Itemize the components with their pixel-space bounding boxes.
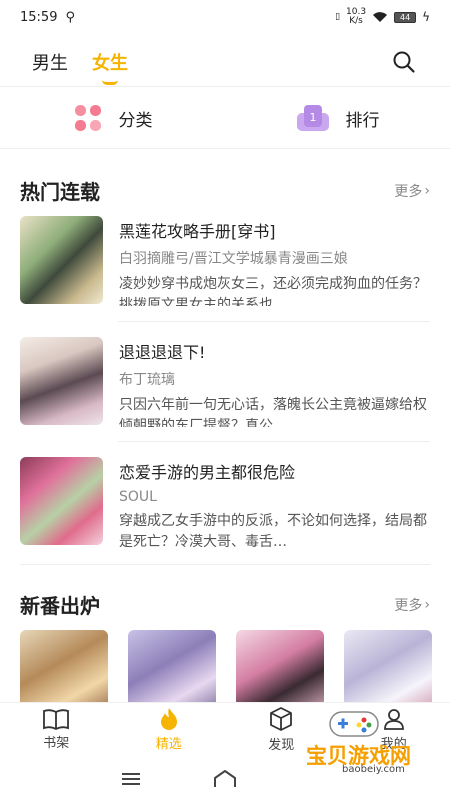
charging-icon: ϟ <box>422 10 430 24</box>
hot-section-header: 热门连载 更多 › <box>20 176 430 205</box>
tab-female[interactable]: 女生 <box>92 49 128 85</box>
nav-shelf[interactable]: 书架 <box>0 703 113 756</box>
net-speed: 10.3 K/s <box>346 7 367 26</box>
flame-icon <box>160 708 177 730</box>
fresh-more-label: 更多 <box>394 597 423 614</box>
menu-icon[interactable] <box>120 771 142 787</box>
book-title: 黑莲花攻略手册[穿书] <box>119 222 276 241</box>
item-divider <box>118 441 430 442</box>
search-button[interactable] <box>390 48 418 76</box>
nav-shelf-label: 书架 <box>43 736 70 751</box>
chevron-right-icon: › <box>424 596 430 613</box>
nav-featured[interactable]: 精选 <box>113 703 226 756</box>
fresh-section-header: 新番出炉 更多 › <box>20 590 430 619</box>
ranking-icon: 1 <box>296 105 329 131</box>
fresh-book-cover[interactable] <box>128 630 216 702</box>
book-title: 恋爱手游的男主都很危险 <box>119 463 296 482</box>
tab-male[interactable]: 男生 <box>32 49 68 75</box>
fresh-book-cover[interactable] <box>344 630 432 702</box>
hot-book-item[interactable]: 退退退退下! 布丁琉璃 只因六年前一句无心话，落魄长公主竟被逼嫁给权倾朝野的东厂… <box>20 337 430 427</box>
search-icon <box>393 51 415 73</box>
battery-icon: 44 <box>394 11 417 23</box>
fresh-book-cover[interactable] <box>20 630 108 702</box>
category-button[interactable]: 分类 <box>0 96 225 140</box>
system-nav-bar <box>0 758 450 800</box>
tab-active-indicator <box>102 80 118 85</box>
quick-divider <box>0 148 450 149</box>
top-divider <box>0 86 450 87</box>
item-divider <box>118 321 430 322</box>
status-time: 15:59 <box>20 9 58 25</box>
category-icon <box>74 105 101 131</box>
wifi-icon <box>373 12 388 22</box>
book-author: 布丁琉璃 <box>119 372 175 388</box>
vibrate-icon: ▯ <box>335 12 341 22</box>
section-divider <box>20 564 430 565</box>
book-icon <box>43 709 70 730</box>
book-title: 退退退退下! <box>119 343 206 362</box>
book-desc: 只因六年前一句无心话，落魄长公主竟被逼嫁给权倾朝野的东厂提督？真公… <box>119 397 427 427</box>
fresh-more-link[interactable]: 更多 › <box>394 595 430 615</box>
book-author: 白羽摘雕弓/晋江文学城暴青漫画三娘 <box>119 251 348 267</box>
book-cover <box>20 457 103 545</box>
home-icon[interactable] <box>212 769 238 789</box>
back-icon[interactable] <box>308 769 330 789</box>
fresh-book-cover[interactable] <box>236 630 324 702</box>
hot-more-label: 更多 <box>394 183 423 200</box>
svg-text:1: 1 <box>309 111 316 124</box>
book-cover <box>20 216 103 304</box>
gamepad-icon <box>329 711 379 737</box>
chevron-right-icon: › <box>424 182 430 199</box>
hot-book-item[interactable]: 恋爱手游的男主都很危险 SOUL 穿越成乙女手游中的反派，不论如何选择，结局都是… <box>20 457 430 547</box>
top-tabs: 男生 女生 <box>0 40 450 85</box>
ranking-button[interactable]: 1 排行 <box>225 96 450 140</box>
fresh-book-row <box>20 630 450 702</box>
tab-female-label: 女生 <box>92 53 128 74</box>
cube-icon <box>270 707 293 731</box>
status-bar: 15:59 ⚲ ▯ 10.3 K/s 44 ϟ <box>0 0 450 34</box>
nav-featured-label: 精选 <box>155 737 182 752</box>
ranking-label: 排行 <box>345 110 380 131</box>
book-desc: 穿越成乙女手游中的反派，不论如何选择，结局都是死亡？冷漠大哥、毒舌… <box>119 513 427 547</box>
fresh-section-title: 新番出炉 <box>20 594 100 618</box>
book-desc: 凌妙妙穿书成炮灰女三，还必须完成狗血的任务？挑拨原文男女主的关系也… <box>119 276 427 306</box>
quick-entry-row: 分类 1 排行 <box>0 96 450 140</box>
hot-section-title: 热门连载 <box>20 180 100 204</box>
category-label: 分类 <box>118 110 153 131</box>
hot-more-link[interactable]: 更多 › <box>394 181 430 201</box>
book-cover <box>20 337 103 425</box>
usb-icon: ⚲ <box>65 9 75 25</box>
hot-book-item[interactable]: 黑莲花攻略手册[穿书] 白羽摘雕弓/晋江文学城暴青漫画三娘 凌妙妙穿书成炮灰女三… <box>20 216 430 306</box>
book-author: SOUL <box>119 489 157 505</box>
nav-discover-label: 发现 <box>268 738 295 753</box>
